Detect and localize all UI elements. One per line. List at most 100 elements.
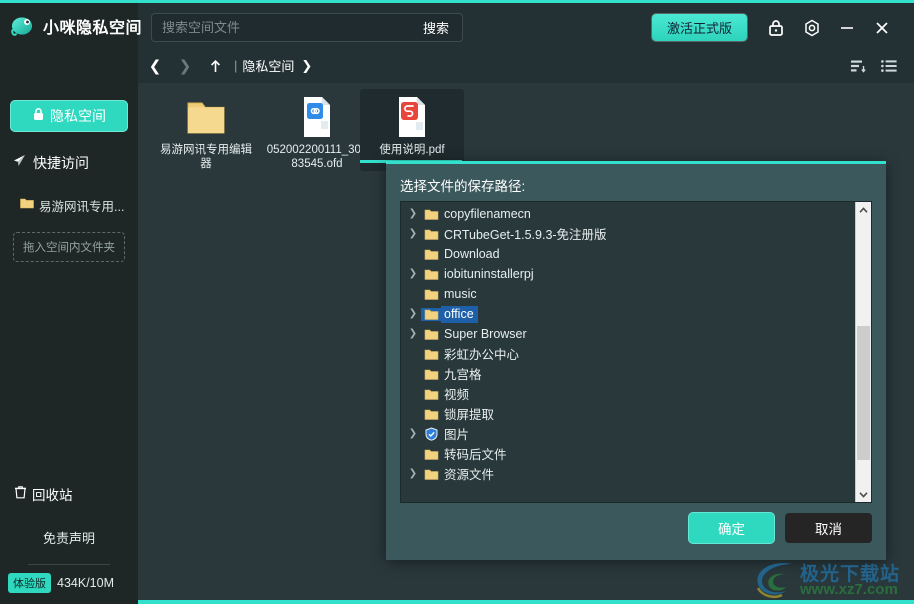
- folder-icon: [421, 348, 441, 361]
- file-label: 使用说明.pdf: [379, 144, 445, 156]
- sidebar-divider: [28, 564, 110, 565]
- drop-zone-label: 拖入空间内文件夹: [23, 242, 115, 254]
- chevron-right-icon[interactable]: ❯: [405, 309, 421, 319]
- chevron-right-icon[interactable]: ❯: [405, 209, 421, 219]
- tree-row-label: iobituninstallerpj: [444, 266, 534, 281]
- tree-row[interactable]: ❯ office: [401, 304, 855, 324]
- disclaimer-label: 免责声明: [42, 530, 95, 546]
- tree-row[interactable]: 锁屏提取: [401, 404, 855, 424]
- tree-row[interactable]: 视频: [401, 384, 855, 404]
- tree-row[interactable]: 九宫格: [401, 364, 855, 384]
- sidebar-item-recycle-bin[interactable]: 回收站: [14, 482, 124, 506]
- tree-row-label: 资源文件: [444, 468, 495, 482]
- folder-icon: [421, 288, 441, 301]
- activate-button[interactable]: 激活正式版: [652, 14, 747, 41]
- tree-row[interactable]: ❯ 图片: [401, 424, 855, 444]
- breadcrumb-divider: |: [234, 58, 238, 73]
- app-window: 小咪隐私空间 搜索 激活正式版: [0, 0, 914, 604]
- tree-row[interactable]: 转码后文件: [401, 444, 855, 464]
- breadcrumb[interactable]: 隐私空间: [239, 56, 297, 75]
- gear-icon[interactable]: [800, 16, 824, 40]
- search-button[interactable]: 搜索: [417, 18, 462, 37]
- file-label: 052002200111_30083545.ofd: [266, 144, 368, 170]
- brand-title: 小咪隐私空间: [43, 19, 143, 37]
- folder-icon: [421, 228, 441, 241]
- toolbar-right-icons: [848, 55, 914, 77]
- folder-icon: [421, 388, 441, 401]
- tree-row[interactable]: ❯ Super Browser: [401, 324, 855, 344]
- chevron-left-icon[interactable]: ❮: [142, 53, 168, 79]
- folder-icon: [421, 328, 441, 341]
- sidebar-item-disclaimer[interactable]: 免责声明: [0, 526, 138, 548]
- sidebar-item-folder[interactable]: 易游网讯专用...: [20, 194, 136, 216]
- tree-row[interactable]: 彩虹办公中心: [401, 344, 855, 364]
- lock-icon[interactable]: [764, 16, 788, 40]
- scrollbar-thumb[interactable]: [857, 326, 870, 460]
- confirm-button[interactable]: 确定: [689, 513, 774, 543]
- folder-icon: [185, 95, 227, 139]
- folder-icon: [421, 307, 441, 321]
- chevron-right-icon[interactable]: ❯: [405, 329, 421, 339]
- tree-row[interactable]: Download: [401, 244, 855, 264]
- chevron-right-icon[interactable]: ❯: [172, 53, 198, 79]
- chevron-right-icon[interactable]: ❯: [405, 269, 421, 279]
- tree-row-label: CRTubeGet-1.5.9.3-免注册版: [444, 228, 607, 242]
- tree-row-label: Download: [444, 246, 500, 261]
- breadcrumb-chevron-right-icon[interactable]: ❯: [301, 58, 312, 74]
- folder-icon: [421, 368, 441, 381]
- folder-tree-container: ❯ copyfilenamecn ❯ CRTubeGet-1.5.9.3-免注册版 Do…: [400, 201, 872, 503]
- quota-label: 434K/10M: [57, 576, 114, 590]
- tree-row-label: 图片: [444, 428, 470, 442]
- drop-zone[interactable]: 拖入空间内文件夹: [13, 232, 125, 262]
- shield-folder-icon: [421, 427, 441, 441]
- dialog-title: 选择文件的保存路径:: [400, 179, 526, 194]
- search-input[interactable]: [152, 20, 417, 35]
- file-label: 易游网讯专用编辑器: [160, 144, 252, 170]
- folder-icon: [421, 448, 441, 461]
- file-tile-pdf[interactable]: 使用说明.pdf: [360, 89, 464, 171]
- tree-row-label: 彩虹办公中心: [444, 348, 520, 362]
- tree-row[interactable]: ❯ CRTubeGet-1.5.9.3-免注册版: [401, 224, 855, 244]
- chevron-right-icon[interactable]: ❯: [405, 469, 421, 479]
- chameleon-logo-icon: [10, 13, 36, 39]
- dialog-accent-bar: [386, 161, 886, 164]
- sidebar: 隐私空间 快捷访问 易游网讯专用... 拖入空间内文件夹 回收站 免责声明 体验…: [0, 48, 138, 604]
- sidebar-item-private-space[interactable]: 隐私空间: [10, 100, 128, 132]
- folder-icon: [421, 408, 441, 421]
- tree-row[interactable]: ❯ copyfilenamecn: [401, 204, 855, 224]
- sort-icon[interactable]: [848, 55, 870, 77]
- folder-icon: [421, 208, 441, 221]
- save-path-dialog: 选择文件的保存路径: ❯ copyfilenamecn ❯ CRTubeGet-1.5…: [386, 161, 886, 560]
- folder-tree[interactable]: ❯ copyfilenamecn ❯ CRTubeGet-1.5.9.3-免注册版 Do…: [401, 202, 855, 502]
- folder-icon: [421, 268, 441, 281]
- chevron-right-icon[interactable]: ❯: [405, 429, 421, 439]
- scroll-down-icon[interactable]: [856, 486, 871, 502]
- sidebar-primary-label: 隐私空间: [50, 108, 106, 124]
- minimize-icon[interactable]: [835, 16, 859, 40]
- file-tile-folder[interactable]: 易游网讯专用编辑器: [154, 89, 258, 171]
- tree-row[interactable]: ❯ 资源文件: [401, 464, 855, 484]
- chevron-right-icon[interactable]: ❯: [405, 229, 421, 239]
- folder-icon: [421, 468, 441, 481]
- tree-row-label: 转码后文件: [444, 448, 507, 462]
- title-bar: 小咪隐私空间 搜索 激活正式版: [0, 3, 914, 48]
- arrow-up-icon[interactable]: [202, 53, 228, 79]
- close-icon[interactable]: [870, 16, 894, 40]
- tree-row-label: music: [444, 286, 477, 301]
- tree-row[interactable]: music: [401, 284, 855, 304]
- tree-row-label: office: [441, 305, 478, 323]
- sidebar-group-quick-access[interactable]: 快捷访问: [12, 150, 132, 176]
- bottom-accent-bar: [138, 600, 914, 604]
- scroll-up-icon[interactable]: [856, 202, 871, 218]
- cancel-button[interactable]: 取消: [785, 513, 872, 543]
- file-tile-ofd[interactable]: 052002200111_30083545.ofd: [265, 89, 369, 171]
- tree-row[interactable]: ❯ iobituninstallerpj: [401, 264, 855, 284]
- vertical-scrollbar[interactable]: [855, 202, 871, 502]
- list-view-icon[interactable]: [878, 55, 900, 77]
- tree-row-label: 九宫格: [444, 368, 482, 382]
- pdf-file-icon: [391, 95, 433, 139]
- folder-icon: [421, 248, 441, 261]
- search-box[interactable]: 搜索: [151, 13, 463, 42]
- tree-row-label: copyfilenamecn: [444, 206, 531, 221]
- sidebar-item-label: 易游网讯专用...: [39, 199, 125, 214]
